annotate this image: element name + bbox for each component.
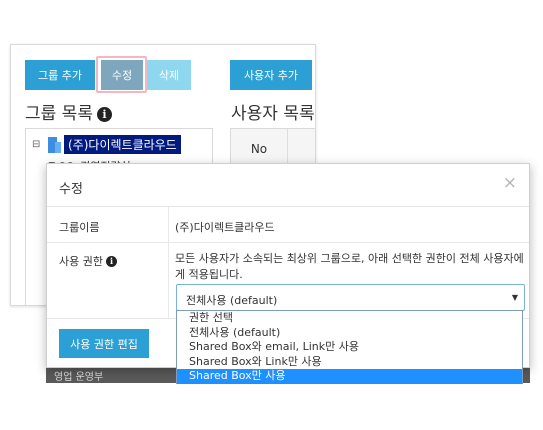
dropdown-option[interactable]: Shared Box와 email, Link만 사용	[177, 340, 522, 355]
dropdown-option[interactable]: Shared Box와 Link만 사용	[177, 355, 522, 370]
group-name-value: (주)다이렉트클라우드	[175, 221, 275, 234]
permission-select[interactable]: 전체사용 (default) ▼	[176, 284, 525, 311]
permission-description: 모든 사용자가 소속되는 최상위 그룹으로, 아래 선택한 권한이 전체 사용자…	[175, 252, 524, 281]
info-icon[interactable]: i	[96, 107, 112, 122]
close-icon[interactable]: ×	[503, 173, 517, 193]
tree-root-node[interactable]: ⊟ (주)다이렉트클라우드	[32, 135, 181, 154]
edit-permission-button[interactable]: 사용 권한 편집	[59, 329, 149, 358]
permission-label-text: 사용 권한	[59, 255, 103, 268]
group-name-label: 그룹이름	[59, 221, 100, 234]
info-icon[interactable]: i	[105, 256, 117, 267]
modal-header: 수정 ×	[47, 164, 529, 207]
user-add-button[interactable]: 사용자 추가	[230, 60, 312, 90]
group-list-heading: 그룹 목록 i	[25, 99, 112, 124]
row-divider	[168, 207, 169, 242]
group-list-title: 그룹 목록	[25, 104, 93, 124]
dropdown-option[interactable]: Shared Box만 사용	[177, 369, 522, 384]
dropdown-option[interactable]: 권한 선택	[177, 311, 522, 326]
edit-button-highlight: 수정	[96, 56, 147, 93]
tree-bottom-label: 영업 운영부	[54, 372, 104, 383]
group-name-row: 그룹이름 (주)다이렉트클라우드	[47, 207, 529, 243]
permission-select-value: 전체사용 (default)	[186, 294, 278, 307]
edit-button[interactable]: 수정	[101, 60, 143, 90]
tree-collapse-icon[interactable]: ⊟	[32, 139, 44, 150]
dropdown-option[interactable]: 전체사용 (default)	[177, 326, 522, 341]
chevron-down-icon: ▼	[511, 293, 518, 302]
building-icon	[47, 136, 61, 153]
row-divider	[168, 243, 169, 318]
group-add-button[interactable]: 그룹 추가	[25, 60, 95, 90]
delete-button[interactable]: 삭제	[147, 60, 191, 90]
tree-root-label[interactable]: (주)다이렉트클라우드	[64, 135, 181, 154]
permission-dropdown-list: 권한 선택 전체사용 (default) Shared Box와 email, …	[176, 310, 523, 384]
user-list-title: 사용자 목록	[231, 104, 315, 124]
modal-title: 수정	[59, 182, 83, 197]
permission-row: 사용 권한 i 모든 사용자가 소속되는 최상위 그룹으로, 아래 선택한 권한이…	[47, 243, 529, 319]
permission-label: 사용 권한 i	[59, 253, 117, 269]
